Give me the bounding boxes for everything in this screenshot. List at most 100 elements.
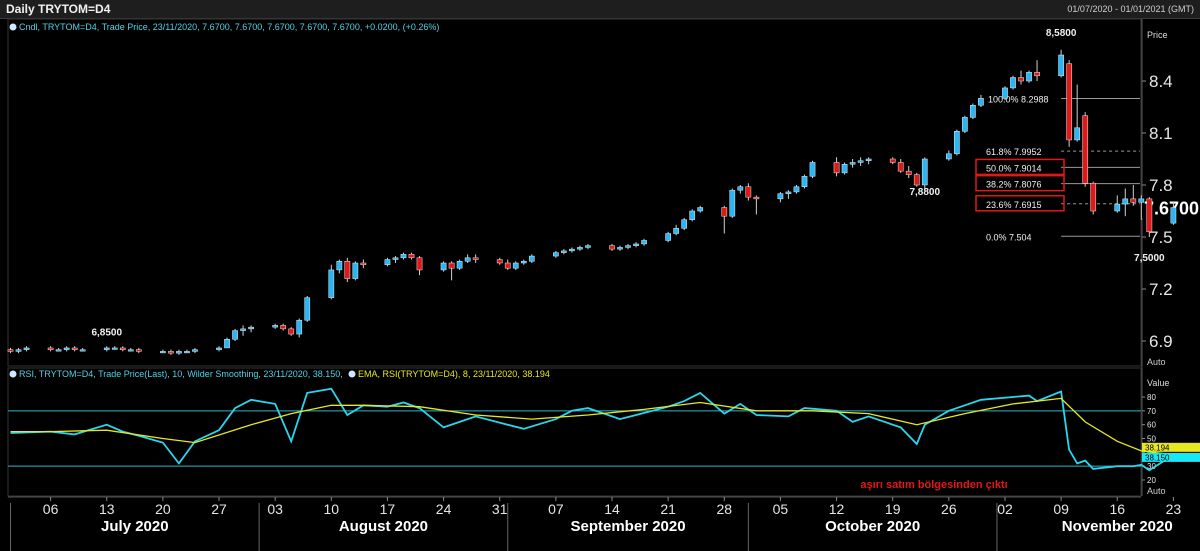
candle-body <box>224 339 230 349</box>
candle-body <box>464 257 471 262</box>
candle-body <box>71 347 78 350</box>
ema-legend: EMA, RSI(TRYTOM=D4), 8, 23/11/2020, 38.1… <box>358 369 550 379</box>
candle-body <box>512 262 519 269</box>
candle-body <box>160 351 166 354</box>
candle-body <box>753 196 760 200</box>
candle-body <box>1034 72 1040 77</box>
candle-body <box>1130 198 1137 203</box>
x-tick-label: 14 <box>604 501 620 517</box>
candle-body <box>328 269 335 298</box>
candle-body <box>520 261 527 264</box>
candle-body <box>857 160 864 163</box>
price-tick-label: 7.2 <box>1149 280 1173 299</box>
candle-body <box>665 233 671 241</box>
candle-body <box>496 259 503 264</box>
x-tick-label: 02 <box>997 501 1013 517</box>
ema-value-label: 38.194 <box>1145 443 1170 452</box>
price-tick-label: 7.8 <box>1149 176 1173 195</box>
month-label: August 2020 <box>339 518 428 535</box>
candle-body <box>7 349 14 352</box>
x-tick-label: 09 <box>1053 501 1069 517</box>
candle-body <box>978 98 984 106</box>
candle-body <box>103 347 110 350</box>
candle-body <box>1170 207 1177 224</box>
candle-body <box>1074 127 1081 141</box>
candle-body <box>472 257 479 260</box>
candle-body <box>384 259 391 265</box>
candle-body <box>23 347 30 350</box>
candle-body <box>280 325 287 330</box>
candle-body <box>416 257 423 271</box>
candle-body <box>63 347 70 350</box>
candle-body <box>689 210 696 220</box>
candle-body <box>609 245 615 250</box>
candle-body <box>232 330 238 340</box>
x-tick-label: 24 <box>436 501 452 517</box>
legend-dot-icon <box>9 23 17 31</box>
candle-body <box>954 131 960 155</box>
rsi-tick-label: 20 <box>1147 476 1156 485</box>
candle-body <box>336 261 343 271</box>
price-legend: Cndl, TRYTOM=D4, Trade Price, 23/11/2020… <box>19 22 439 32</box>
fib-label-3: 38.2% 7.8076 <box>986 180 1042 190</box>
chart-canvas[interactable]: Cndl, TRYTOM=D4, Trade Price, 23/11/2020… <box>0 0 1200 551</box>
candle-body <box>1082 115 1089 184</box>
candle-body <box>192 349 198 352</box>
candle-body <box>15 349 22 352</box>
candle-body <box>392 257 399 260</box>
rsi-auto-label: Auto <box>1147 486 1166 496</box>
candle-body <box>729 189 736 217</box>
rsi-axis-title: Value <box>1147 378 1169 388</box>
candle-body <box>176 351 182 354</box>
candle-body <box>456 261 463 269</box>
candle-body <box>785 191 792 194</box>
price-point-label: 8,5800 <box>1046 28 1077 39</box>
candle-body <box>737 186 744 191</box>
candle-body <box>400 254 407 259</box>
candle-body <box>553 252 559 257</box>
x-tick-label: 20 <box>155 501 171 517</box>
candle-body <box>1018 77 1024 82</box>
candle-body <box>1026 72 1032 82</box>
candle-body <box>288 328 295 335</box>
price-point-label: 7,8800 <box>909 187 940 198</box>
candle-body <box>809 162 816 177</box>
candle-body <box>1090 183 1097 212</box>
candle-body <box>633 243 639 246</box>
x-tick-label: 03 <box>267 501 283 517</box>
candle-body <box>962 117 968 132</box>
month-label: November 2020 <box>1062 518 1173 535</box>
candle-body <box>448 262 455 269</box>
x-tick-label: 19 <box>885 501 901 517</box>
candle-body <box>897 162 904 172</box>
rsi-tick-label: 50 <box>1147 435 1156 444</box>
candle-body <box>673 228 680 234</box>
x-tick-label: 26 <box>941 501 957 517</box>
candle-body <box>970 105 976 118</box>
candle-body <box>111 347 118 350</box>
candle-body <box>440 262 447 271</box>
fib-label-1: 61.8% 7.9952 <box>986 147 1042 157</box>
legend-dot-icon <box>9 370 17 378</box>
month-label: October 2020 <box>825 518 920 535</box>
candle-body <box>777 193 784 200</box>
candle-body <box>1066 63 1072 141</box>
candle-body <box>304 297 311 321</box>
x-tick-label: 28 <box>716 501 732 517</box>
price-tick-label: 7.5 <box>1149 228 1173 247</box>
candle-body <box>841 163 848 174</box>
candle-body <box>47 347 54 350</box>
candle-body <box>641 240 647 245</box>
x-tick-label: 16 <box>1109 501 1125 517</box>
candle-body <box>585 245 591 248</box>
candle-body <box>168 351 174 354</box>
rsi-annotation: aşırı satım bölgesinden çıktı <box>860 479 1007 491</box>
rsi-value-label: 38.150 <box>1145 453 1170 462</box>
x-tick-label: 12 <box>829 501 845 517</box>
candle-body <box>408 254 415 259</box>
candle-body <box>945 153 952 160</box>
candle-body <box>344 261 351 279</box>
x-tick-label: 07 <box>548 501 564 517</box>
rsi-legend: RSI, TRYTOM=D4, Trade Price(Last), 10, W… <box>19 369 343 379</box>
candle-body <box>528 255 535 262</box>
